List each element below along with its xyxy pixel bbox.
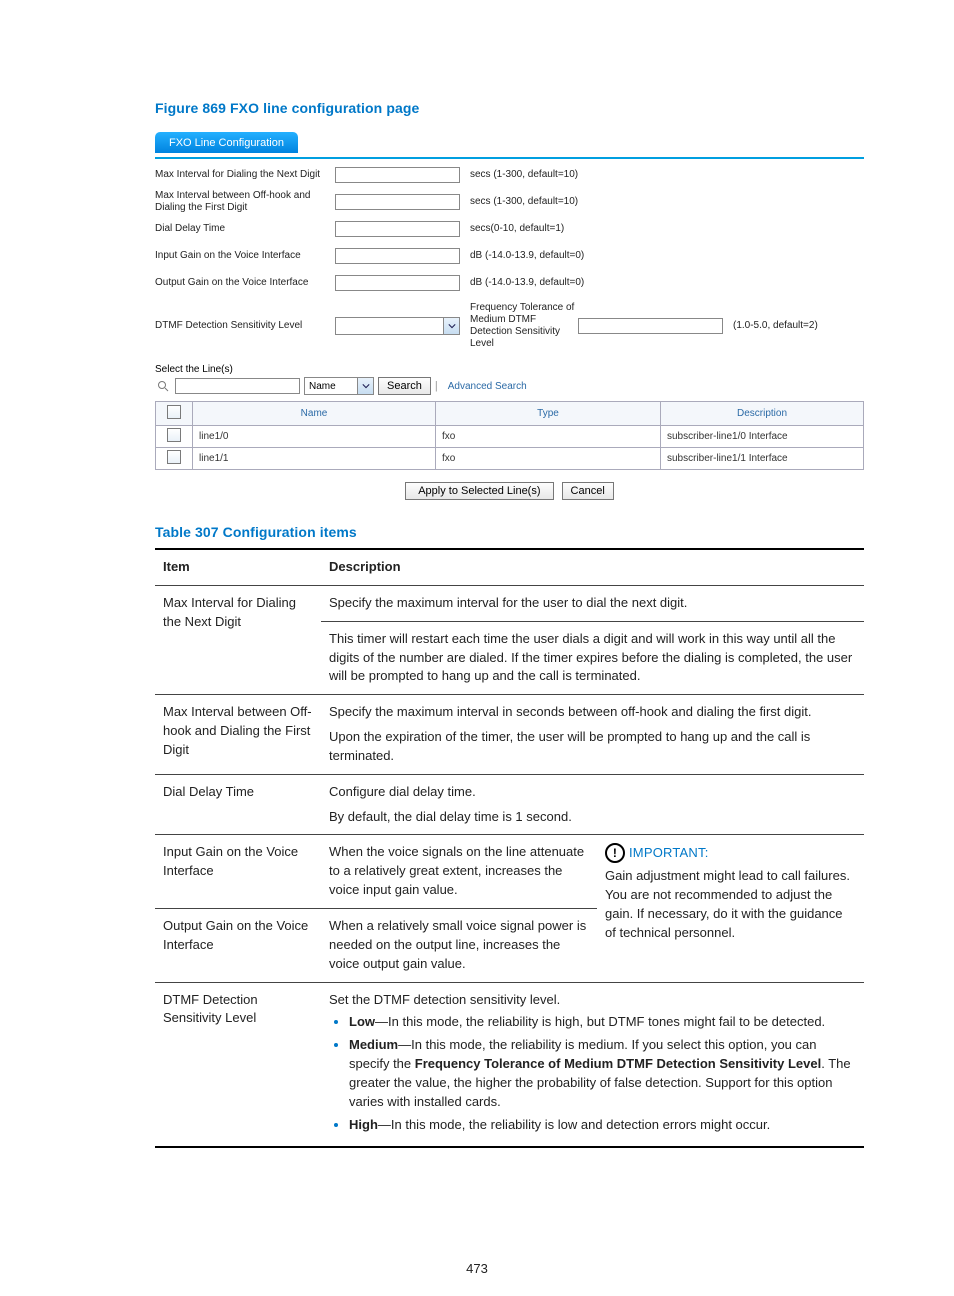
apply-button[interactable]: Apply to Selected Line(s) [405, 482, 553, 500]
cell-desc: subscriber-line1/1 Interface [661, 448, 864, 470]
list-item: Medium—In this mode, the reliability is … [349, 1036, 856, 1111]
input-max-interval-offhook[interactable] [335, 194, 460, 210]
label-max-interval-next: Max Interval for Dialing the Next Digit [155, 169, 335, 181]
input-dial-delay[interactable] [335, 221, 460, 237]
desc-text: Specify the maximum interval for the use… [321, 585, 864, 621]
col-name[interactable]: Name [193, 402, 436, 426]
hint-output-gain: dB (-14.0-13.9, default=0) [470, 277, 584, 289]
config-screenshot: FXO Line Configuration Max Interval for … [155, 124, 864, 500]
select-dtmf-level[interactable] [335, 317, 460, 335]
chevron-down-icon [443, 318, 459, 334]
desc-text: Configure dial delay time. By default, t… [321, 774, 864, 835]
label-freq-tolerance: Frequency Tolerance of Medium DTMF Detec… [470, 302, 578, 350]
page-number: 473 [0, 1261, 954, 1276]
desc-text: Specify the maximum interval in seconds … [321, 695, 864, 775]
cell-name: line1/0 [193, 426, 436, 448]
chevron-down-icon [357, 378, 373, 394]
desc-line: Specify the maximum interval in seconds … [329, 703, 856, 722]
advanced-search-link[interactable]: Advanced Search [448, 381, 527, 392]
search-field-value: Name [309, 381, 336, 392]
table-row[interactable]: line1/0 fxo subscriber-line1/0 Interface [156, 426, 864, 448]
important-body: Gain adjustment might lead to call failu… [605, 867, 856, 942]
desc-text: When a relatively small voice signal pow… [321, 908, 597, 982]
hint-max-interval-next: secs (1-300, default=10) [470, 169, 578, 181]
item-dial-delay: Dial Delay Time [155, 774, 321, 835]
label-dial-delay: Dial Delay Time [155, 223, 335, 235]
label-dtmf-level: DTMF Detection Sensitivity Level [155, 320, 335, 332]
input-input-gain[interactable] [335, 248, 460, 264]
label-max-interval-offhook: Max Interval between Off-hook and Dialin… [155, 190, 335, 214]
desc-line: Set the DTMF detection sensitivity level… [329, 991, 856, 1010]
desc-line: By default, the dial delay time is 1 sec… [329, 808, 856, 827]
search-input[interactable] [175, 378, 300, 394]
cell-name: line1/1 [193, 448, 436, 470]
label-output-gain: Output Gain on the Voice Interface [155, 277, 335, 289]
label-input-gain: Input Gain on the Voice Interface [155, 250, 335, 262]
item-max-offhook: Max Interval between Off-hook and Dialin… [155, 695, 321, 775]
desc-text: When the voice signals on the line atten… [321, 835, 597, 909]
cell-type: fxo [436, 448, 661, 470]
search-button[interactable]: Search [378, 377, 431, 395]
search-field-select[interactable]: Name [304, 377, 374, 395]
desc-line: Upon the expiration of the timer, the us… [329, 728, 856, 766]
input-freq-tolerance[interactable] [578, 318, 723, 334]
tab-fxo-config[interactable]: FXO Line Configuration [155, 132, 298, 153]
list-item: Low—In this mode, the reliability is hig… [349, 1013, 856, 1032]
checkbox-row[interactable] [167, 450, 181, 464]
cell-desc: subscriber-line1/0 Interface [661, 426, 864, 448]
important-label: IMPORTANT: [629, 844, 709, 863]
hint-max-interval-offhook: secs (1-300, default=10) [470, 196, 578, 208]
col-desc[interactable]: Description [661, 402, 864, 426]
figure-title: Figure 869 FXO line configuration page [155, 100, 864, 116]
lines-table: Name Type Description line1/0 fxo subscr… [155, 401, 864, 470]
important-note: ! IMPORTANT: Gain adjustment might lead … [597, 835, 864, 982]
item-output-gain: Output Gain on the Voice Interface [155, 908, 321, 982]
hint-input-gain: dB (-14.0-13.9, default=0) [470, 250, 584, 262]
item-dtmf-level: DTMF Detection Sensitivity Level [155, 982, 321, 1147]
checkbox-all[interactable] [167, 405, 181, 419]
list-item: High—In this mode, the reliability is lo… [349, 1116, 856, 1135]
input-output-gain[interactable] [335, 275, 460, 291]
checkbox-row[interactable] [167, 428, 181, 442]
table-row[interactable]: line1/1 fxo subscriber-line1/1 Interface [156, 448, 864, 470]
item-max-next: Max Interval for Dialing the Next Digit [155, 585, 321, 694]
hint-freq-tolerance: (1.0-5.0, default=2) [733, 320, 818, 332]
cancel-button[interactable]: Cancel [562, 482, 614, 500]
hint-dial-delay: secs(0-10, default=1) [470, 223, 564, 235]
input-max-interval-next[interactable] [335, 167, 460, 183]
search-icon [155, 378, 171, 394]
th-item: Item [155, 549, 321, 585]
desc-text: Set the DTMF detection sensitivity level… [321, 982, 864, 1147]
desc-text: This timer will restart each time the us… [321, 621, 864, 695]
label-select-lines: Select the Line(s) [155, 364, 864, 375]
item-input-gain: Input Gain on the Voice Interface [155, 835, 321, 909]
table-title: Table 307 Configuration items [155, 524, 864, 540]
th-desc: Description [321, 549, 864, 585]
cell-type: fxo [436, 426, 661, 448]
config-items-table: Item Description Max Interval for Dialin… [155, 548, 864, 1148]
alert-icon: ! [605, 843, 625, 863]
col-type[interactable]: Type [436, 402, 661, 426]
desc-line: Configure dial delay time. [329, 783, 856, 802]
